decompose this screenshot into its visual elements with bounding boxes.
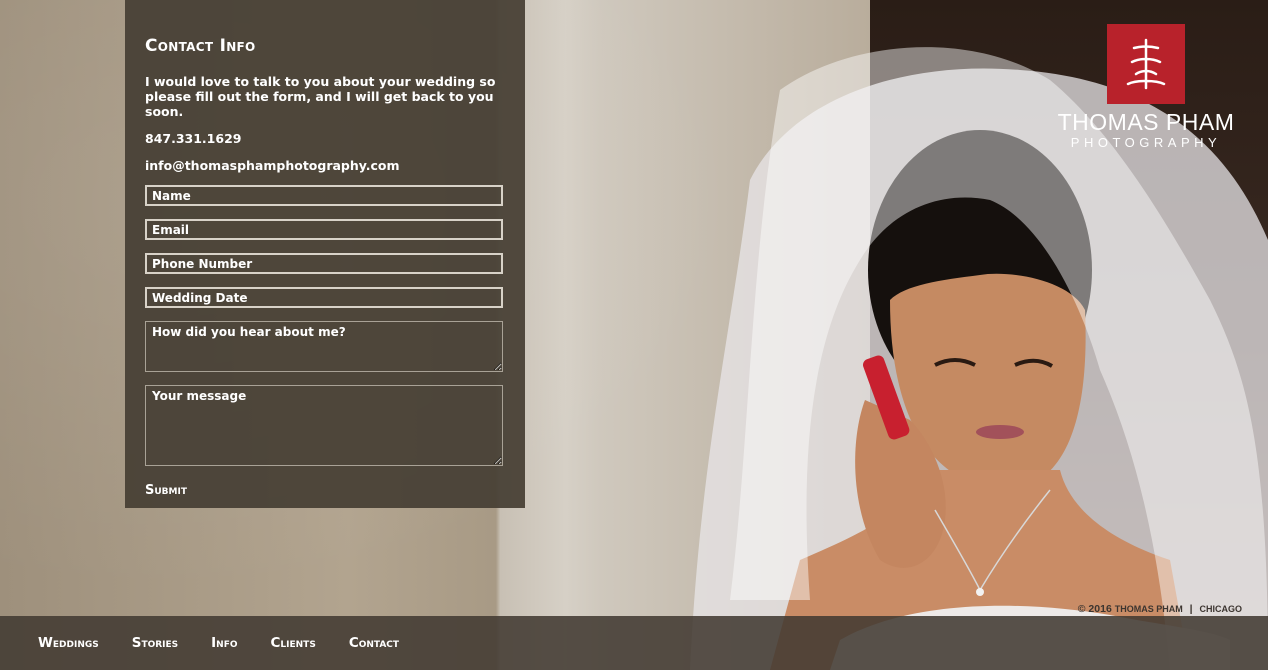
copyright-owner: Thomas Pham: [1114, 604, 1183, 614]
contact-intro: I would love to talk to you about your w…: [145, 74, 496, 119]
logo-mark-icon: [1107, 24, 1185, 104]
email-field[interactable]: [145, 219, 503, 240]
nav-stories[interactable]: Stories: [132, 635, 178, 651]
wedding-date-field[interactable]: [145, 287, 503, 308]
copyright: © 2016 Thomas Pham | Chicago: [1078, 603, 1242, 615]
footer-nav: Weddings Stories Info Clients Contact: [0, 616, 1268, 670]
copyright-year: © 2016: [1077, 603, 1112, 615]
contact-title: Contact Info: [145, 36, 256, 56]
contact-panel: Contact Info I would love to talk to you…: [125, 0, 525, 508]
phone-field[interactable]: [145, 253, 503, 274]
nav-clients[interactable]: Clients: [271, 635, 316, 651]
contact-email: info@thomasphamphotography.com: [145, 158, 400, 173]
logo-subtitle: PHOTOGRAPHY: [1070, 135, 1222, 150]
copyright-separator: |: [1189, 603, 1193, 615]
nav-weddings[interactable]: Weddings: [38, 635, 99, 651]
brand-logo[interactable]: THOMAS PHAM PHOTOGRAPHY: [1048, 24, 1244, 150]
nav-contact[interactable]: Contact: [349, 635, 399, 651]
copyright-city: Chicago: [1199, 604, 1243, 614]
logo-name: THOMAS PHAM: [1057, 109, 1235, 135]
submit-button[interactable]: Submit: [145, 483, 187, 498]
message-textarea[interactable]: [145, 385, 503, 466]
name-field[interactable]: [145, 185, 503, 206]
nav-info[interactable]: Info: [211, 635, 237, 651]
referral-textarea[interactable]: [145, 321, 503, 372]
contact-phone: 847.331.1629: [145, 131, 242, 146]
